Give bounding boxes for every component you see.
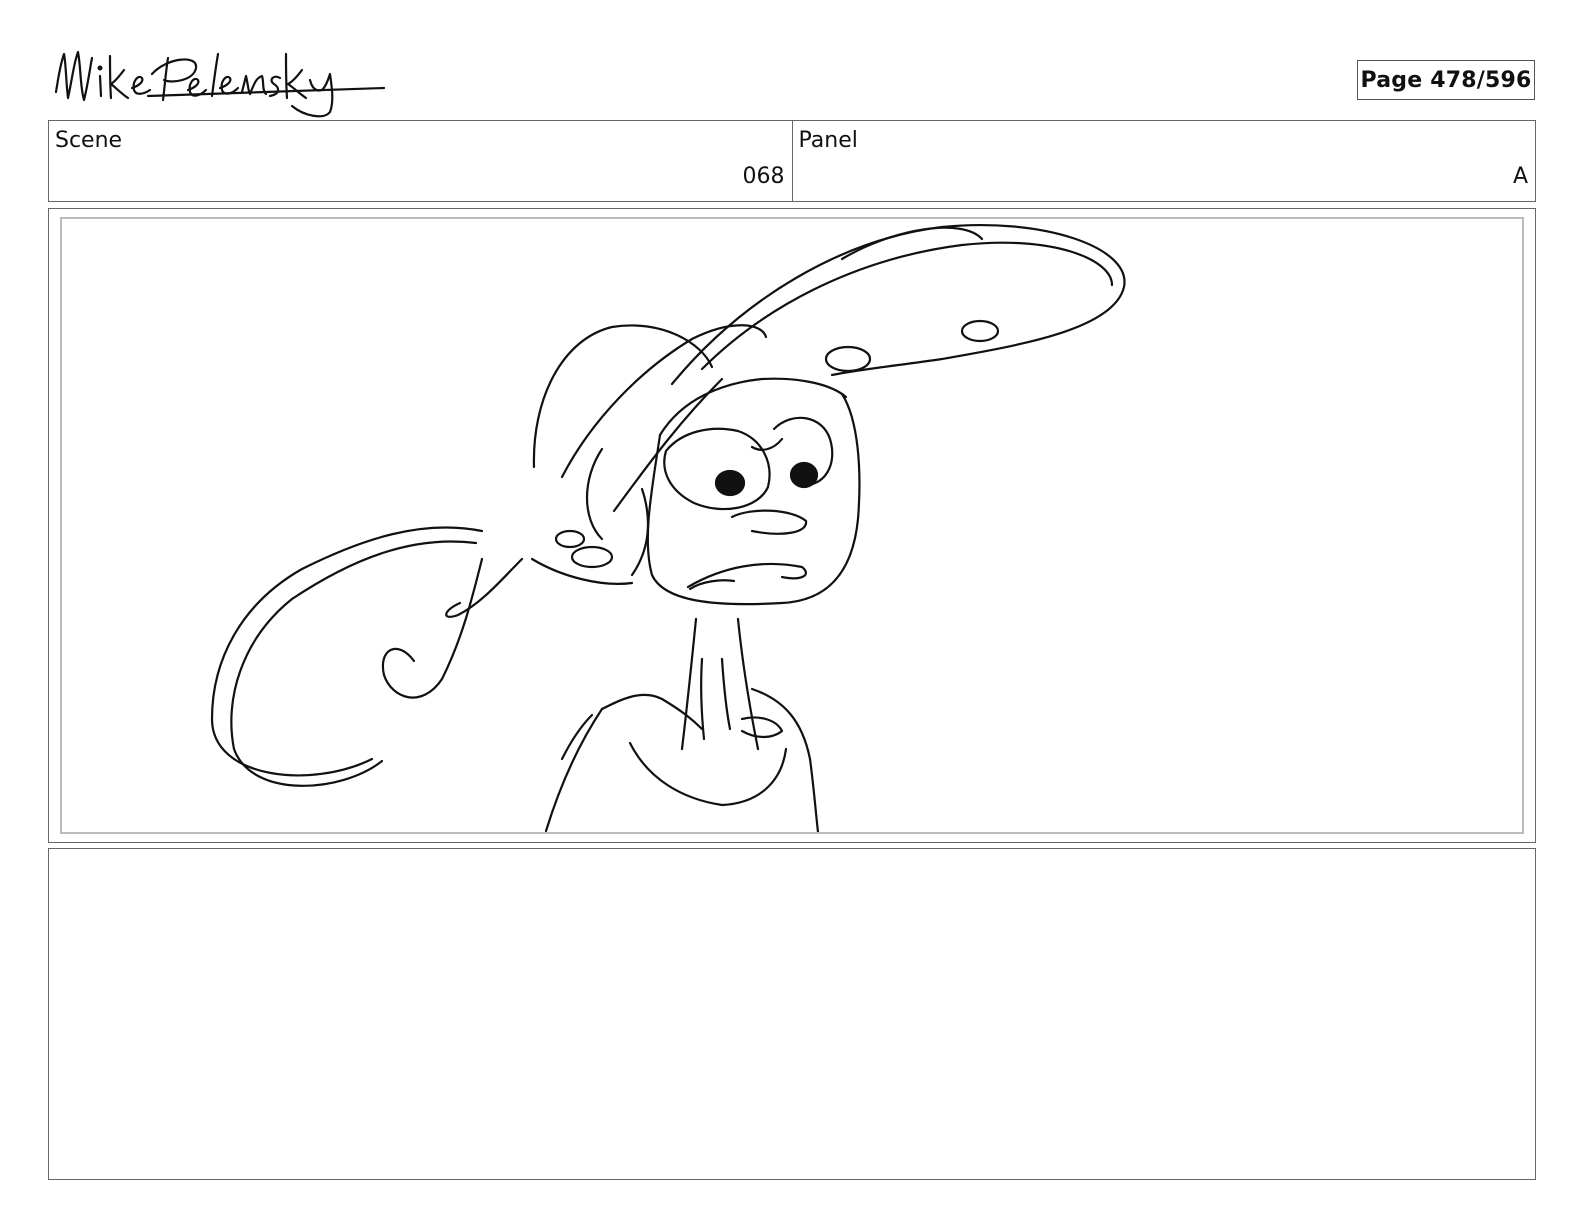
panel-letter: A [1512,164,1528,189]
panel-label: Panel [798,128,858,153]
character-sketch [210,223,1126,832]
scene-panel-info: Scene 068 Panel A [48,120,1536,202]
page-number: Page 478/596 [1357,60,1535,100]
panel-notes-box [48,848,1536,1180]
scene-label: Scene [55,128,123,153]
signature-logo [54,50,386,118]
scene-number: 068 [742,164,785,189]
panel-cell: Panel A [791,121,1536,201]
storyboard-panel [48,208,1536,843]
scene-cell: Scene 068 [49,121,792,201]
panel-safe-area [60,217,1524,834]
